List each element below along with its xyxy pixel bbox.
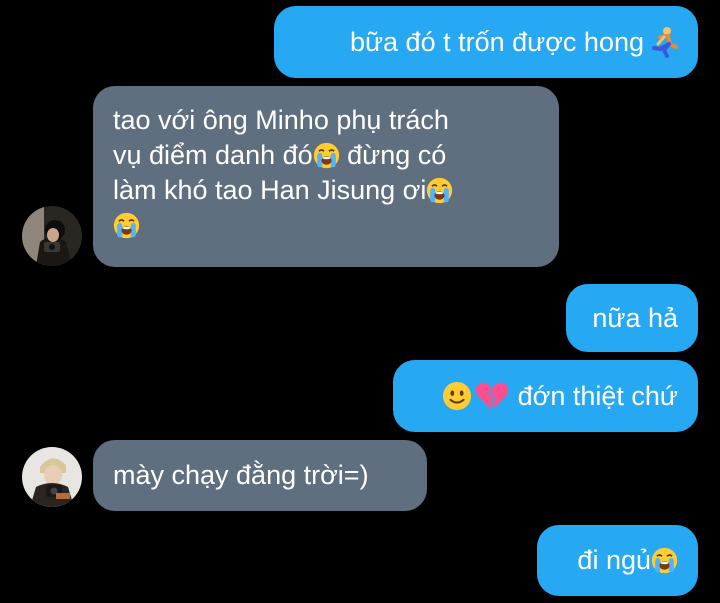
message-bubble-received[interactable]: mày chạy đằng trời=) — [93, 440, 427, 511]
message-bubble-sent[interactable]: đớn thiệt chứ — [393, 360, 698, 432]
loudly-crying-face-icon — [651, 547, 678, 574]
loudly-crying-face-icon — [113, 212, 140, 239]
message-bubble-sent[interactable]: nữa hả — [566, 284, 698, 352]
message-bubble-sent[interactable]: bữa đó t trốn được hong — [274, 6, 698, 78]
message-bubble-received[interactable]: tao với ông Minho phụ trách vụ điểm danh… — [93, 86, 559, 267]
avatar-photo — [22, 447, 82, 507]
message-line — [113, 208, 539, 243]
loudly-crying-face-icon — [426, 177, 453, 204]
message-text: đớn thiệt chứ — [517, 380, 678, 411]
message-line: vụ điểm danh đó đừng có — [113, 140, 447, 170]
message-bubble-sent[interactable]: đi ngủ — [537, 525, 698, 596]
contact-avatar[interactable] — [22, 447, 82, 507]
broken-heart-icon — [475, 382, 508, 409]
message-text: nữa hả — [592, 302, 678, 333]
message-line: làm khó tao Han Jisung ơi — [113, 173, 539, 208]
loudly-crying-face-icon — [313, 142, 340, 169]
contact-avatar[interactable] — [22, 206, 82, 266]
message-text: bữa đó t trốn được hong — [349, 26, 644, 57]
slightly-smiling-face-icon — [442, 381, 471, 411]
message-text: mày chạy đằng trời=) — [113, 460, 369, 490]
running-person-icon — [652, 27, 678, 58]
message-text: đi ngủ — [577, 545, 651, 575]
avatar-photo — [22, 206, 82, 266]
message-line: tao với ông Minho phụ trách — [113, 105, 449, 135]
